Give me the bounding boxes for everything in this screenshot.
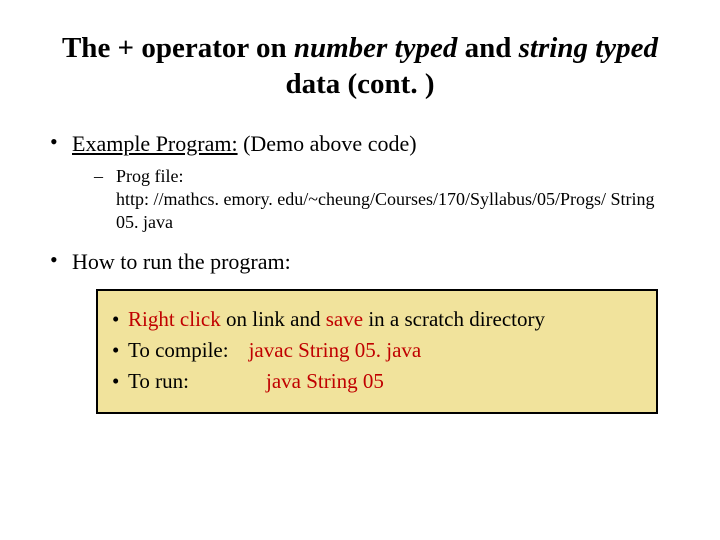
box-row-3: • To run: java String 05 xyxy=(112,369,642,394)
prog-file-label: Prog file: xyxy=(116,166,184,186)
row1-text: Right click on link and save in a scratc… xyxy=(128,307,545,332)
bullet-list: Example Program: (Demo above code) Prog … xyxy=(44,131,676,275)
slide: The + operator on number typed and strin… xyxy=(0,0,720,540)
title-em-1: number typed xyxy=(294,32,458,64)
howto-text: How to run the program: xyxy=(72,249,291,274)
title-em-2: string typed xyxy=(519,32,658,64)
row3-label: To run: xyxy=(128,369,246,394)
bullet-icon: • xyxy=(112,338,128,363)
title-text-post: data (cont. ) xyxy=(285,68,434,100)
bullet-example: Example Program: (Demo above code) Prog … xyxy=(44,131,676,235)
bullet-icon: • xyxy=(112,307,128,332)
slide-title: The + operator on number typed and strin… xyxy=(44,30,676,103)
row1-save: save xyxy=(326,307,363,331)
example-program-rest: (Demo above code) xyxy=(238,131,417,156)
row3-cmd: java String 05 xyxy=(266,369,384,394)
instructions-box: • Right click on link and save in a scra… xyxy=(96,289,658,414)
spacer xyxy=(229,338,249,363)
row1-mid: on link and xyxy=(221,307,326,331)
row1-end: in a scratch directory xyxy=(363,307,545,331)
box-row-2: • To compile: javac String 05. java xyxy=(112,338,642,363)
prog-file-item: Prog file: http: //mathcs. emory. edu/~c… xyxy=(92,165,676,235)
row1-right-click: Right click xyxy=(128,307,221,331)
example-program-label: Example Program: xyxy=(72,131,238,156)
sub-bullet-list: Prog file: http: //mathcs. emory. edu/~c… xyxy=(72,165,676,235)
spacer xyxy=(246,369,266,394)
row2-cmd: javac String 05. java xyxy=(249,338,422,363)
row2-label: To compile: xyxy=(128,338,229,363)
box-row-1: • Right click on link and save in a scra… xyxy=(112,307,642,332)
title-text-pre: The + operator on xyxy=(62,32,294,64)
title-text-mid: and xyxy=(457,32,518,64)
prog-file-url: http: //mathcs. emory. edu/~cheung/Cours… xyxy=(116,189,655,232)
bullet-howto: How to run the program: xyxy=(44,249,676,275)
bullet-icon: • xyxy=(112,369,128,394)
